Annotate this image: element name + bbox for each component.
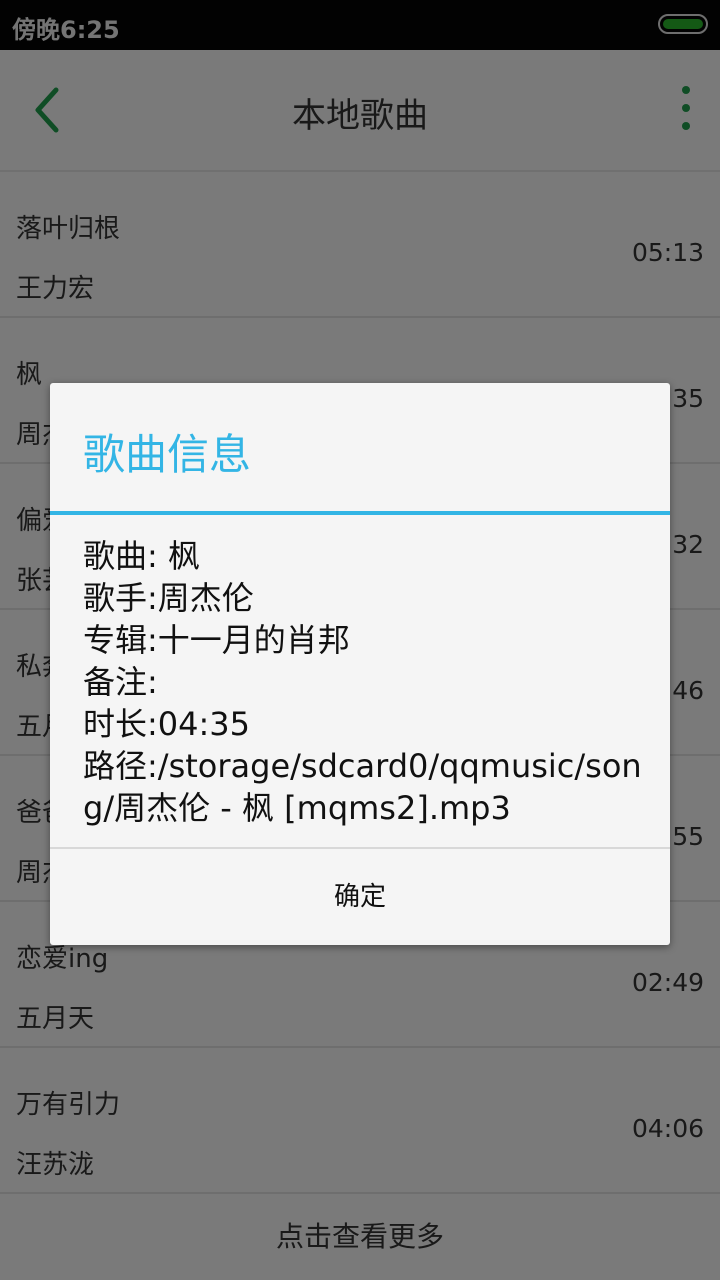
info-song: 歌曲: 枫 <box>83 537 200 575</box>
info-album: 专辑:十一月的肖邦 <box>83 621 350 659</box>
info-duration: 时长:04:35 <box>83 705 251 743</box>
dialog-title: 歌曲信息 <box>83 430 252 479</box>
info-path: 路径:/storage/sdcard0/qqmusic/song/周杰伦 - 枫… <box>83 747 642 827</box>
song-info-dialog: 歌曲信息 歌曲: 枫 歌手:周杰伦 专辑:十一月的肖邦 备注: 时长:04:35… <box>50 383 670 945</box>
info-note: 备注: <box>83 663 158 701</box>
confirm-button[interactable]: 确定 <box>50 849 670 945</box>
dialog-title-divider <box>50 511 670 515</box>
dialog-body: 歌曲: 枫 歌手:周杰伦 专辑:十一月的肖邦 备注: 时长:04:35 路径:/… <box>83 535 643 829</box>
info-artist: 歌手:周杰伦 <box>83 579 254 617</box>
